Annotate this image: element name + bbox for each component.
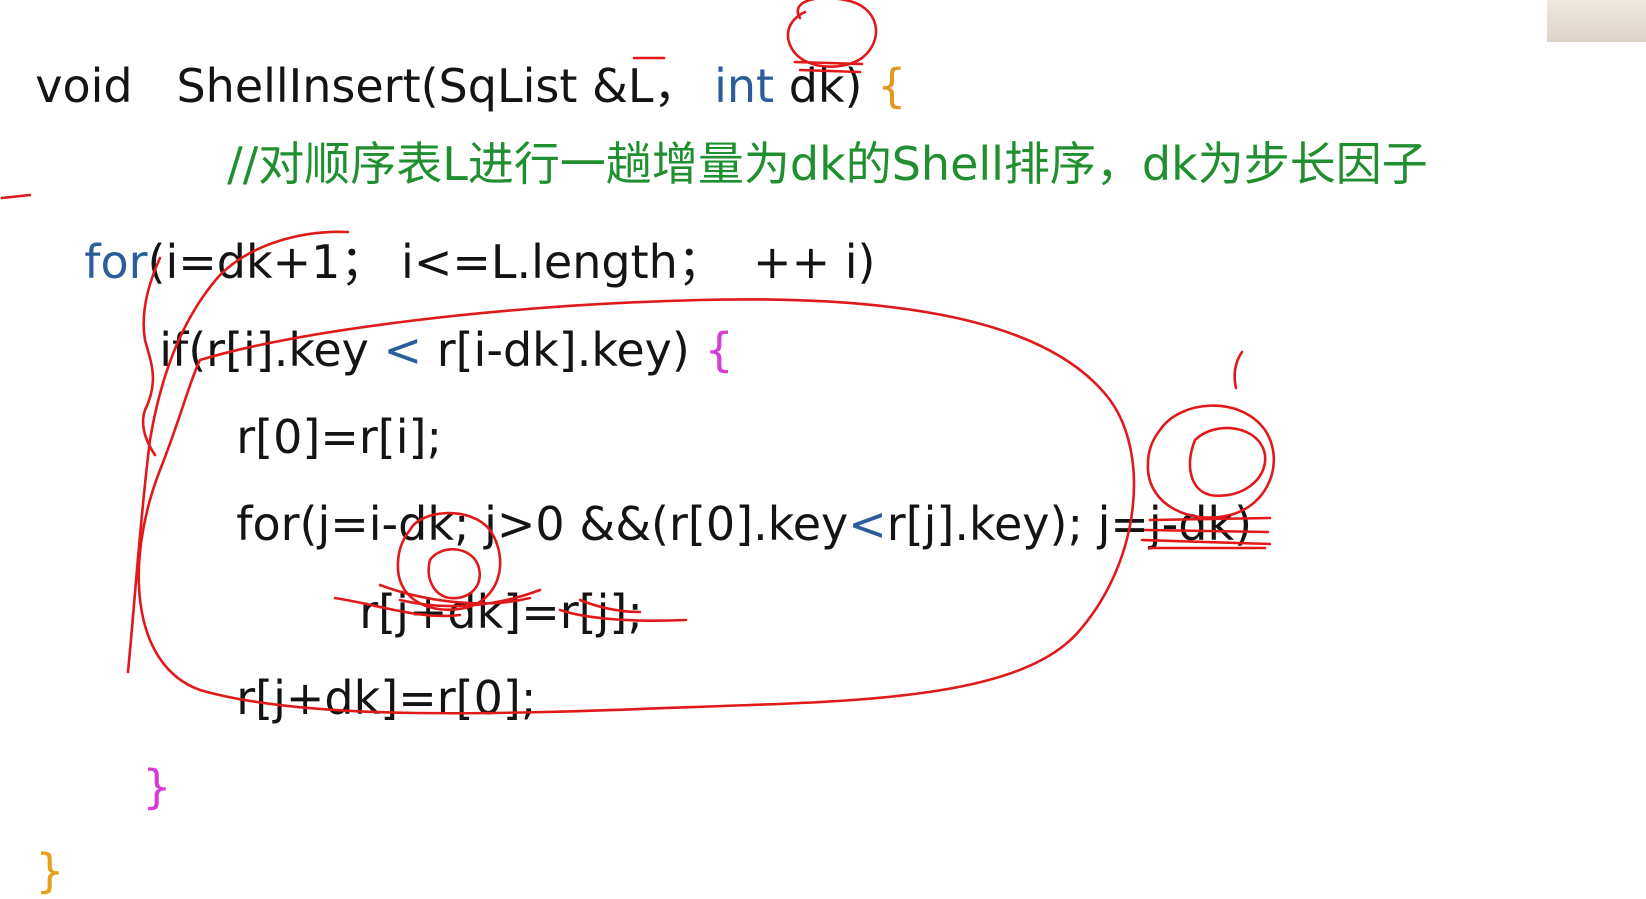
enclosing-loop <box>137 298 1136 715</box>
tick-mark <box>1233 350 1244 390</box>
circle-j-dk <box>1146 404 1276 519</box>
circle-j-dk-inner <box>1188 426 1267 498</box>
scribble-j-dk-under <box>1140 516 1272 550</box>
left-bracket-mark <box>0 193 32 200</box>
scribble-j-plus-dk-under <box>333 583 688 622</box>
left-brace-curve <box>126 230 350 674</box>
circle-dk-param <box>786 0 878 68</box>
red-ink-annotations <box>0 0 1276 715</box>
circle-j-plus-dk-inner <box>427 548 481 600</box>
